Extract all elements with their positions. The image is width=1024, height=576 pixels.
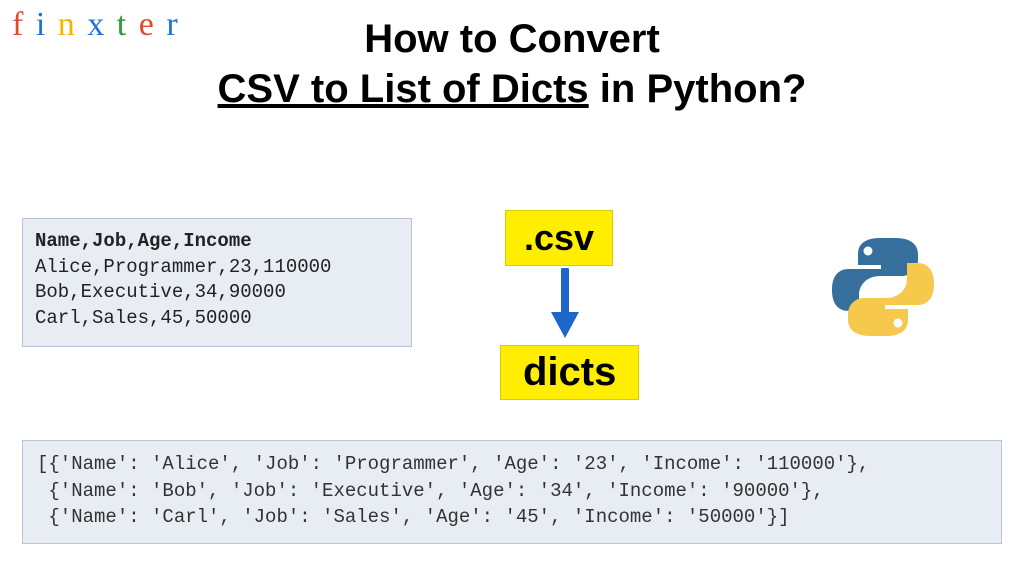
- badge-dicts: dicts: [500, 345, 639, 400]
- output-line: {'Name': 'Carl', 'Job': 'Sales', 'Age': …: [37, 506, 790, 528]
- title-line-2: CSV to List of Dicts in Python?: [0, 64, 1024, 114]
- title-suffix: in Python?: [589, 67, 807, 111]
- python-logo-icon: [828, 232, 938, 342]
- output-line: [{'Name': 'Alice', 'Job': 'Programmer', …: [37, 453, 869, 475]
- csv-data-row: Alice,Programmer,23,110000: [35, 255, 399, 281]
- title-line-1: How to Convert: [0, 14, 1024, 64]
- title-emphasis: CSV to List of Dicts: [218, 67, 589, 111]
- output-line: {'Name': 'Bob', 'Job': 'Executive', 'Age…: [37, 480, 824, 502]
- page-title: How to Convert CSV to List of Dicts in P…: [0, 14, 1024, 114]
- csv-data-row: Carl,Sales,45,50000: [35, 306, 399, 332]
- badge-csv: .csv: [505, 210, 613, 266]
- csv-data-row: Bob,Executive,34,90000: [35, 280, 399, 306]
- csv-input-box: Name,Job,Age,Income Alice,Programmer,23,…: [22, 218, 412, 347]
- arrow-down-icon: [547, 268, 583, 340]
- csv-header-row: Name,Job,Age,Income: [35, 229, 399, 255]
- python-output-box: [{'Name': 'Alice', 'Job': 'Programmer', …: [22, 440, 1002, 544]
